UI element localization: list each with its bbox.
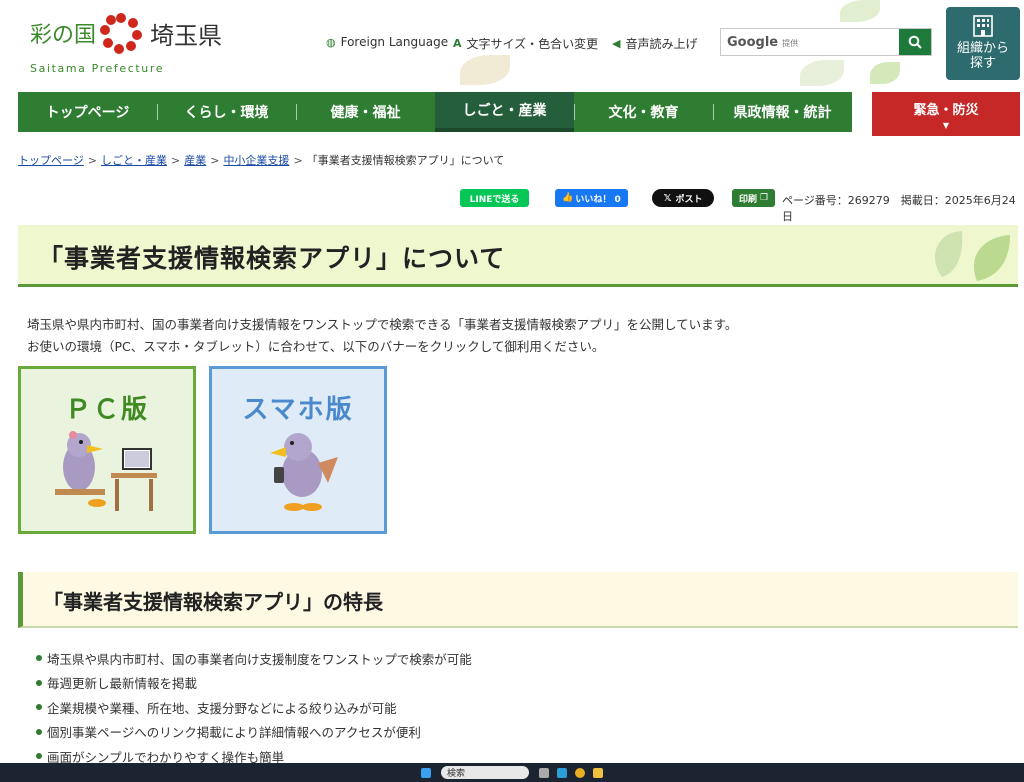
bird-smartphone-illustration <box>270 433 338 511</box>
thumbs-up-icon: 👍 <box>562 193 574 203</box>
features-title: 「事業者支援情報検索アプリ」の特長 <box>43 590 383 614</box>
list-item: 企業規模や業種、所在地、支援分野などによる絞り込みが可能 <box>36 695 472 720</box>
nav-item-top[interactable]: トップページ <box>18 92 157 132</box>
google-search-label: Google 提供 <box>727 34 799 50</box>
x-post-button[interactable]: 𝕏 ポスト <box>652 189 714 207</box>
font-size-color-link[interactable]: A 文字サイズ・色合い変更 <box>453 35 598 52</box>
facebook-like-button[interactable]: 👍 いいね！ 0 <box>555 189 628 207</box>
leaf-decoration-icon <box>934 231 1010 281</box>
list-item: 個別事業ページへのリンク掲載により詳細情報へのアクセスが便利 <box>36 720 472 745</box>
breadcrumb-link-work[interactable]: しごと・産業 <box>101 154 167 167</box>
file-explorer-icon[interactable] <box>593 767 603 778</box>
nav-item-work[interactable]: しごと・産業 <box>435 92 574 132</box>
nav-item-culture[interactable]: 文化・教育 <box>574 92 713 132</box>
nav-item-health[interactable]: 健康・福祉 <box>296 92 435 132</box>
pc-banner-label: ＰＣ版 <box>64 395 149 425</box>
global-nav: トップページ くらし・環境 健康・福祉 しごと・産業 文化・教育 県政情報・統計 <box>18 92 852 132</box>
bird-pc-illustration <box>55 431 157 511</box>
foreign-language-link[interactable]: ◍ Foreign Language <box>326 35 448 49</box>
edge-browser-icon[interactable] <box>557 767 567 778</box>
logo-subtitle: Saitama Prefecture <box>30 62 165 75</box>
print-button[interactable]: 印刷 ❐ <box>732 189 775 207</box>
site-header: 彩の国 埼玉県 Saitama Prefecture ◍ Foreign Lan… <box>0 0 1024 92</box>
print-icon: ❐ <box>759 193 769 203</box>
voice-reading-link[interactable]: ◀ 音声読み上げ <box>612 35 697 52</box>
list-item: 埼玉県や県内市町村、国の事業者向け支援制度をワンストップで検索が可能 <box>36 646 472 671</box>
logo-text-saitama: 埼玉県 <box>150 21 223 50</box>
page-title-box: 「事業者支援情報検索アプリ」について <box>18 225 1018 287</box>
org-search-button[interactable]: 組織から 探す <box>946 7 1020 80</box>
lead-text-2: お使いの環境（PC、スマホ・タブレット）に合わせて、以下のバナーをクリックして御… <box>27 339 605 354</box>
emergency-button[interactable]: 緊急・防災 ▼ <box>872 92 1020 136</box>
site-search: Google 提供 <box>720 28 932 56</box>
breadcrumb-link-industry[interactable]: 産業 <box>184 154 206 167</box>
list-item: 毎週更新し最新情報を掲載 <box>36 671 472 696</box>
globe-icon: ◍ <box>326 35 336 49</box>
features-section-header: 「事業者支援情報検索アプリ」の特長 <box>18 572 1018 628</box>
os-taskbar: 検索 <box>0 763 1024 782</box>
building-icon <box>973 15 993 37</box>
nav-item-government[interactable]: 県政情報・統計 <box>713 92 852 132</box>
chrome-browser-icon[interactable] <box>575 767 585 778</box>
windows-start-icon[interactable] <box>421 767 431 778</box>
page-meta: ページ番号：269279 掲載日：2025年6月24日 <box>782 194 1016 223</box>
breadcrumb-link-sme[interactable]: 中小企業支援 <box>223 154 289 167</box>
breadcrumb: トップページ > しごと・産業 > 産業 > 中小企業支援 > 「事業者支援情報検索アプリ」につ… <box>18 154 505 167</box>
search-icon <box>908 35 922 49</box>
page-title: 「事業者支援情報検索アプリ」について <box>38 244 506 273</box>
smartphone-banner-label: スマホ版 <box>242 395 354 425</box>
line-share-button[interactable]: LINEで送る <box>460 189 529 207</box>
breadcrumb-current: 「事業者支援情報検索アプリ」について <box>306 154 505 167</box>
features-list: 埼玉県や県内市町村、国の事業者向け支援制度をワンストップで検索が可能 毎週更新し… <box>36 646 472 769</box>
logo-text-sainokuni: 彩の国 <box>30 23 97 48</box>
nav-item-living[interactable]: くらし・環境 <box>157 92 296 132</box>
taskbar-search[interactable]: 検索 <box>441 766 529 779</box>
text-size-icon: A <box>453 37 462 50</box>
task-view-icon[interactable] <box>539 767 549 778</box>
search-input[interactable] <box>804 30 895 54</box>
lead-text-1: 埼玉県や県内市町村、国の事業者向け支援情報をワンストップで検索できる「事業者支援… <box>27 317 738 332</box>
smartphone-version-banner[interactable]: スマホ版 <box>209 366 387 534</box>
x-logo-icon: 𝕏 <box>663 192 672 204</box>
triangle-down-icon: ▼ <box>942 121 950 130</box>
prefecture-emblem-icon <box>100 13 143 54</box>
search-button[interactable] <box>899 29 931 55</box>
pc-version-banner[interactable]: ＰＣ版 <box>18 366 196 534</box>
speaker-icon: ◀ <box>612 37 621 50</box>
breadcrumb-link-top[interactable]: トップページ <box>18 154 84 167</box>
